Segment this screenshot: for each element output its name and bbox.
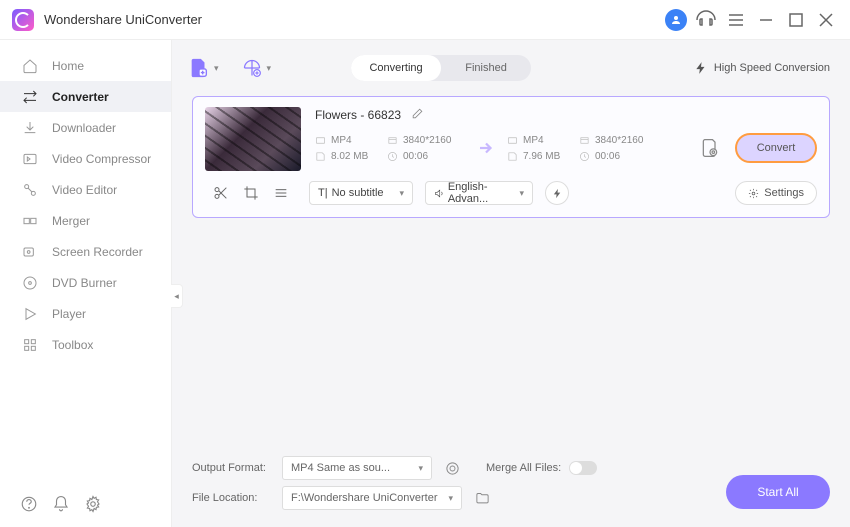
open-folder-icon[interactable] (472, 488, 492, 508)
trim-icon[interactable] (213, 185, 229, 201)
sidebar-label: Player (52, 307, 86, 321)
support-icon[interactable] (694, 8, 718, 32)
file-card: Flowers - 66823 MP4 3840*2160 8.02 MB (192, 96, 830, 218)
sidebar-label: Video Compressor (52, 152, 151, 166)
dst-res: 3840*2160 (595, 135, 657, 146)
tab-converting[interactable]: Converting (351, 55, 441, 81)
menu-icon[interactable] (724, 8, 748, 32)
editor-icon (22, 182, 38, 198)
minimize-icon[interactable] (754, 8, 778, 32)
start-all-button[interactable]: Start All (726, 475, 830, 509)
file-location-select[interactable]: F:\Wondershare UniConverter▾ (282, 486, 462, 510)
arrow-icon (465, 139, 507, 157)
format-settings-icon[interactable] (442, 458, 462, 478)
sidebar-item-player[interactable]: Player (0, 298, 171, 329)
tab-finished[interactable]: Finished (441, 55, 531, 81)
convert-button[interactable]: Convert (735, 133, 817, 163)
output-format-select[interactable]: MP4 Same as sou...▾ (282, 456, 432, 480)
download-icon (22, 120, 38, 136)
sidebar-item-converter[interactable]: Converter (0, 81, 171, 112)
app-title: Wondershare UniConverter (44, 12, 202, 27)
sidebar-label: Video Editor (52, 183, 117, 197)
sidebar-item-dvd[interactable]: DVD Burner (0, 267, 171, 298)
dvd-icon (22, 275, 38, 291)
sidebar-item-compressor[interactable]: Video Compressor (0, 143, 171, 174)
sidebar-item-recorder[interactable]: Screen Recorder (0, 236, 171, 267)
effects-icon[interactable] (273, 185, 289, 201)
edit-name-icon[interactable] (411, 107, 424, 123)
thumbnail[interactable] (205, 107, 301, 171)
settings-icon[interactable] (84, 495, 102, 513)
src-format: MP4 (331, 135, 371, 146)
high-speed-toggle[interactable]: High Speed Conversion (694, 61, 830, 75)
sidebar-item-home[interactable]: Home (0, 50, 171, 81)
add-url-caret[interactable]: ▾ (267, 63, 272, 74)
file-location-label: File Location: (192, 492, 282, 504)
dst-format: MP4 (523, 135, 563, 146)
collapse-sidebar-button[interactable]: ◂ (171, 284, 183, 308)
maximize-icon[interactable] (784, 8, 808, 32)
sidebar-label: Downloader (52, 121, 116, 135)
add-file-button[interactable] (186, 55, 212, 81)
sidebar-item-editor[interactable]: Video Editor (0, 174, 171, 205)
file-settings-button[interactable]: Settings (735, 181, 817, 205)
sidebar-label: Converter (52, 90, 109, 104)
sidebar-label: DVD Burner (52, 276, 117, 290)
subtitle-select[interactable]: T|No subtitle▾ (309, 181, 413, 205)
output-settings-icon[interactable] (699, 137, 721, 159)
file-name: Flowers - 66823 (315, 108, 401, 122)
compressor-icon (22, 151, 38, 167)
sidebar-item-toolbox[interactable]: Toolbox (0, 329, 171, 360)
app-logo (12, 9, 34, 31)
recorder-icon (22, 244, 38, 260)
merge-label: Merge All Files: (486, 462, 561, 474)
output-format-label: Output Format: (192, 462, 282, 474)
crop-icon[interactable] (243, 185, 259, 201)
notification-icon[interactable] (52, 495, 70, 513)
sidebar-label: Home (52, 59, 84, 73)
help-icon[interactable] (20, 495, 38, 513)
close-icon[interactable] (814, 8, 838, 32)
src-size: 8.02 MB (331, 151, 371, 162)
sidebar-item-merger[interactable]: Merger (0, 205, 171, 236)
sidebar-label: Toolbox (52, 338, 93, 352)
src-res: 3840*2160 (403, 135, 465, 146)
merger-icon (22, 213, 38, 229)
speed-info-icon[interactable] (545, 181, 569, 205)
toolbox-icon (22, 337, 38, 353)
user-icon[interactable] (664, 8, 688, 32)
sidebar-label: Merger (52, 214, 90, 228)
home-icon (22, 58, 38, 74)
audio-select[interactable]: English-Advan...▾ (425, 181, 533, 205)
merge-toggle[interactable] (569, 461, 597, 475)
dst-size: 7.96 MB (523, 151, 563, 162)
add-url-button[interactable] (239, 55, 265, 81)
player-icon (22, 306, 38, 322)
sidebar-label: Screen Recorder (52, 245, 143, 259)
sidebar-item-downloader[interactable]: Downloader (0, 112, 171, 143)
src-dur: 00:06 (403, 151, 465, 162)
dst-dur: 00:06 (595, 151, 657, 162)
add-file-caret[interactable]: ▾ (214, 63, 219, 74)
converter-icon (22, 89, 38, 105)
